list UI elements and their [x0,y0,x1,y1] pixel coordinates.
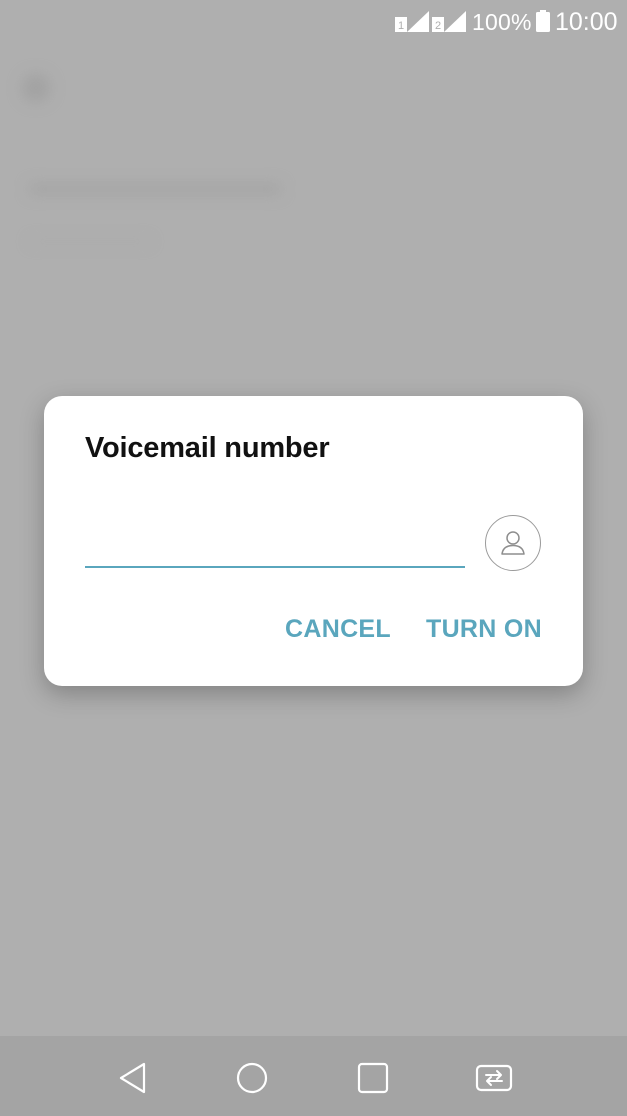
battery-percent: 100% [472,9,532,35]
battery-icon [536,10,550,32]
status-bar: 1 2 100% 10:00 [0,0,627,44]
nav-dual-window-button[interactable] [474,1058,514,1098]
sim2-signal-icon: 2 [432,11,466,32]
svg-text:2: 2 [435,20,441,32]
svg-text:1: 1 [398,20,404,32]
cancel-button[interactable]: CANCEL [285,615,391,644]
turn-on-button[interactable]: TURN ON [426,615,542,644]
nav-home-button[interactable] [232,1058,272,1098]
background-back-icon [22,74,50,102]
background-divider [30,240,150,243]
background-title [78,64,89,109]
navigation-bar [0,1036,627,1116]
nav-recents-button[interactable] [353,1058,393,1098]
home-icon [236,1062,268,1094]
dual-window-icon [475,1064,513,1092]
recents-icon [357,1062,389,1094]
background-list-subtext [30,184,280,194]
contact-picker-button[interactable] [485,515,541,571]
voicemail-number-dialog: Voicemail number CANCEL TURN ON [44,396,583,686]
nav-back-button[interactable] [113,1058,153,1098]
back-icon [119,1062,146,1094]
contact-picker-icon [501,531,525,555]
dialog-title: Voicemail number [85,432,330,464]
sim1-signal-icon: 1 [395,11,429,32]
status-clock: 10:00 [555,8,618,36]
background-list-item [30,144,38,176]
voicemail-number-input[interactable] [85,526,465,568]
